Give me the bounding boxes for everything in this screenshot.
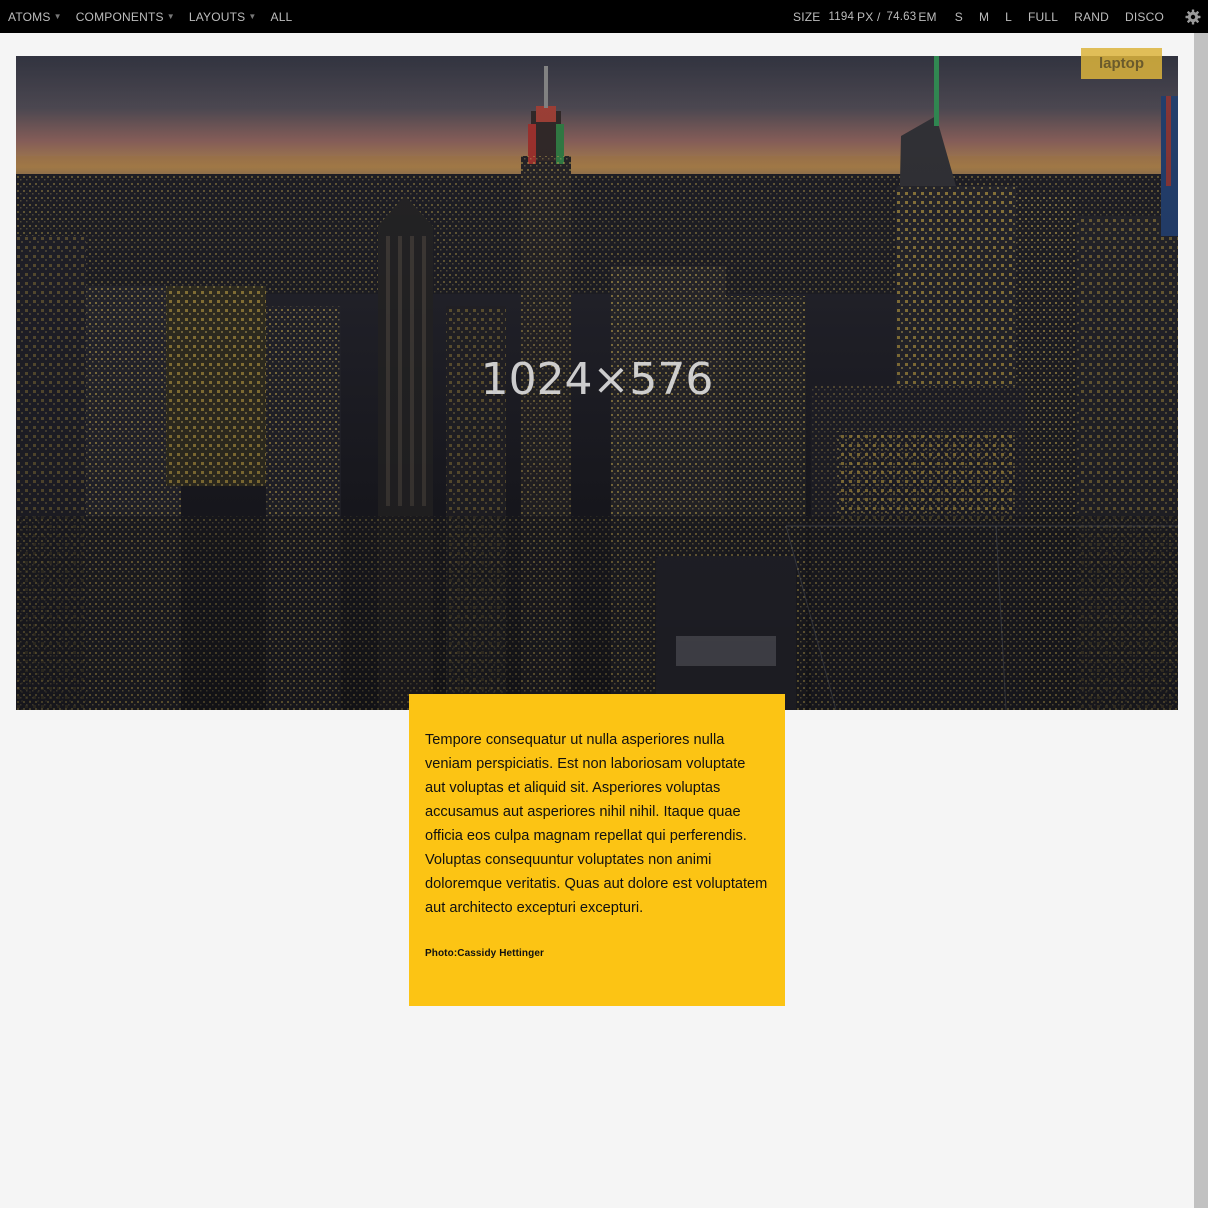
viewport-disco-button[interactable]: DISCO: [1125, 10, 1164, 24]
viewport-large-button[interactable]: L: [1005, 10, 1012, 24]
viewport-random-button[interactable]: RAND: [1074, 10, 1109, 24]
photo-credit: Photo:Cassidy Hettinger: [425, 948, 544, 959]
caption-text: Tempore consequatur ut nulla asperiores …: [425, 732, 768, 916]
pattern-lab-toolbar: ATOMS ▼ COMPONENTS ▼ LAYOUTS ▼ ALL SIZE …: [0, 0, 1208, 33]
device-size-badge: laptop: [1081, 48, 1162, 79]
menu-layouts[interactable]: LAYOUTS ▼: [189, 10, 257, 24]
size-px-unit: PX /: [857, 9, 881, 24]
menu-components[interactable]: COMPONENTS ▼: [76, 10, 175, 24]
menu-atoms[interactable]: ATOMS ▼: [8, 10, 62, 24]
viewport-full-button[interactable]: FULL: [1028, 10, 1058, 24]
gear-icon[interactable]: [1178, 0, 1208, 33]
menu-layouts-label: LAYOUTS: [188, 9, 246, 24]
nav-menus: ATOMS ▼ COMPONENTS ▼ LAYOUTS ▼ ALL: [8, 0, 306, 33]
caret-down-icon: ▼: [166, 12, 175, 21]
viewport-controls: SIZE 1194 PX / 74.63 EM S M L FULL RAND …: [793, 0, 1208, 33]
menu-all-label: ALL: [270, 9, 293, 24]
menu-atoms-label: ATOMS: [8, 9, 51, 24]
menu-all[interactable]: ALL: [270, 10, 292, 24]
size-em-unit: EM: [918, 9, 937, 24]
viewport-medium-button[interactable]: M: [979, 10, 989, 24]
scrollbar-thumb[interactable]: [1194, 33, 1208, 1208]
viewport-small-button[interactable]: S: [955, 10, 963, 24]
caption-card: Tempore consequatur ut nulla asperiores …: [409, 694, 785, 1006]
menu-components-label: COMPONENTS: [75, 9, 164, 24]
size-px-value[interactable]: 1194: [829, 11, 855, 23]
size-label: SIZE: [793, 9, 821, 24]
hero-image: 1024×576: [16, 56, 1178, 710]
image-dimensions-label: 1024×576: [480, 353, 714, 405]
size-em-value[interactable]: 74.63: [887, 11, 917, 23]
caret-down-icon: ▼: [53, 12, 62, 21]
caret-down-icon: ▼: [248, 12, 257, 21]
